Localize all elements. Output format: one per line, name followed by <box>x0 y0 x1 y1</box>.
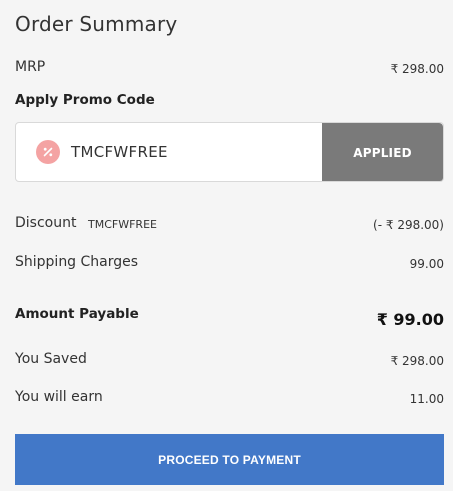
discount-value: (- ₹ 298.00) <box>373 218 444 232</box>
you-will-earn-value: 11.00 <box>409 392 444 406</box>
you-saved-value: ₹ 298.00 <box>390 354 444 368</box>
amount-payable-value: ₹ 99.00 <box>376 310 444 329</box>
mrp-label: MRP <box>15 59 46 75</box>
order-summary-panel: Order Summary MRP ₹ 298.00 Apply Promo C… <box>0 0 453 491</box>
proceed-to-payment-button[interactable]: PROCEED TO PAYMENT <box>15 434 444 485</box>
promo-code-field[interactable]: TMCFWFREE APPLIED <box>15 122 444 182</box>
shipping-label: Shipping Charges <box>15 254 139 270</box>
discount-label: Discount <box>15 215 77 231</box>
applied-button[interactable]: APPLIED <box>322 123 443 181</box>
promo-code-heading: Apply Promo Code <box>15 92 155 108</box>
shipping-value: 99.00 <box>409 257 444 271</box>
amount-payable-label: Amount Payable <box>15 306 139 322</box>
promo-code-value: TMCFWFREE <box>71 143 168 161</box>
mrp-value: ₹ 298.00 <box>390 62 444 76</box>
order-summary-title: Order Summary <box>15 12 178 36</box>
you-will-earn-label: You will earn <box>15 389 103 405</box>
percent-badge-icon <box>36 140 60 164</box>
you-saved-label: You Saved <box>15 351 87 367</box>
discount-code: TMCFWFREE <box>88 218 157 231</box>
